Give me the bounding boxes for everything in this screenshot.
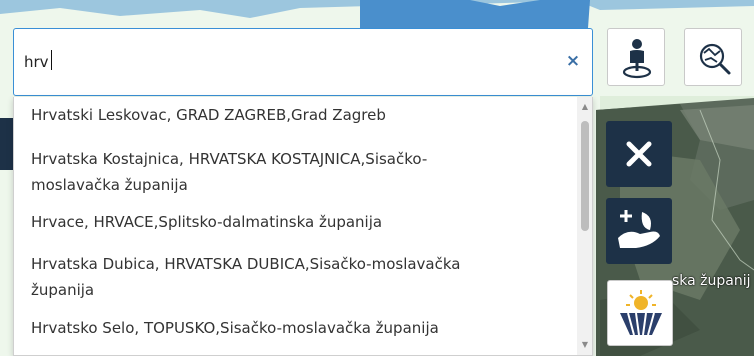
- result-item-line: županija: [31, 281, 95, 299]
- text-caret: [51, 50, 52, 70]
- result-item-line: moslavačka županija: [31, 176, 188, 194]
- close-panel-button[interactable]: [606, 121, 672, 187]
- result-item[interactable]: Hrvatski Leskovac, GRAD ZAGREB,Grad Zagr…: [31, 104, 561, 127]
- sun-fields-icon: [620, 290, 662, 336]
- search-box[interactable]: [13, 28, 593, 96]
- add-plant-button[interactable]: [606, 198, 672, 264]
- result-item-line: Hrvatska Dubica, HRVATSKA DUBICA,Sisačko…: [31, 255, 461, 273]
- result-item-line: Hrvatska Kostajnica, HRVATSKA KOSTAJNICA…: [31, 150, 428, 168]
- search-results-dropdown[interactable]: Hrvatski Leskovac, GRAD ZAGREB,Grad Zagr…: [13, 97, 593, 356]
- result-item[interactable]: Hrvatsko Selo, TOPUSKO,Sisačko-moslavačk…: [31, 317, 561, 340]
- result-item[interactable]: Hrvace, HRVACE,Splitsko-dalmatinska župa…: [31, 211, 561, 234]
- person-pin-icon: [622, 39, 652, 79]
- close-icon: [626, 141, 652, 167]
- result-item-line: Hrvatsko Selo, TOPUSKO,Sisačko-moslavačk…: [31, 319, 439, 337]
- fields-layer-button[interactable]: [607, 280, 673, 346]
- result-item[interactable]: Hrvatska Dubica, HRVATSKA DUBICA,Sisačko…: [31, 253, 561, 302]
- add-plant-hand-icon: [618, 210, 660, 248]
- results-scrollbar[interactable]: ▲ ▼: [577, 97, 592, 355]
- result-item-line: Hrvace, HRVACE,Splitsko-dalmatinska župa…: [31, 213, 383, 231]
- scrollbar-thumb[interactable]: [581, 121, 589, 231]
- search-input[interactable]: [24, 45, 544, 79]
- clear-search-button[interactable]: ×: [565, 53, 581, 70]
- scroll-up-arrow-icon[interactable]: ▲: [577, 99, 592, 115]
- scroll-down-arrow-icon[interactable]: ▼: [577, 337, 592, 353]
- map-search-button[interactable]: [684, 28, 742, 86]
- result-item[interactable]: Hrvatska Kostajnica, HRVATSKA KOSTAJNICA…: [31, 148, 561, 197]
- map-search-icon: [699, 43, 731, 75]
- map-view: ska županij × Hrvatski Leskovac, GRAD ZA…: [0, 0, 754, 356]
- result-item-line: Hrvatski Leskovac, GRAD ZAGREB,Grad Zagr…: [31, 106, 386, 124]
- locate-me-button[interactable]: [607, 28, 665, 86]
- map-region-label-clip: ska županij: [672, 260, 754, 300]
- map-region-label: ska županij: [672, 273, 751, 289]
